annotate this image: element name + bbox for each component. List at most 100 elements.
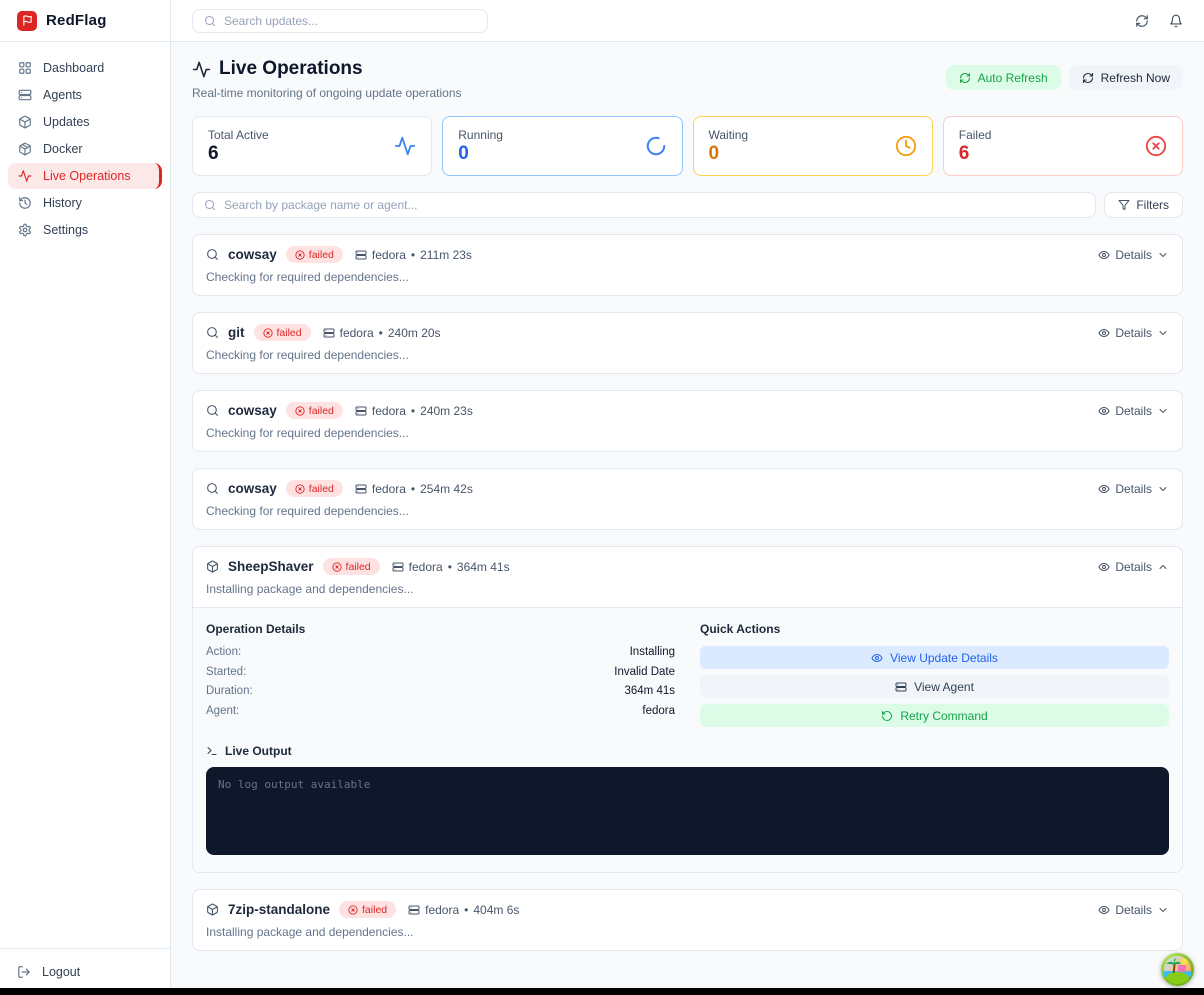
duration: 254m 42s xyxy=(420,482,473,496)
sidebar-item-label: Updates xyxy=(43,115,90,129)
sidebar-item-live-operations[interactable]: Live Operations xyxy=(8,163,162,189)
search-icon xyxy=(206,248,219,261)
page-subtitle: Real-time monitoring of ongoing update o… xyxy=(192,86,462,100)
terminal-icon xyxy=(206,745,218,757)
x-circle-icon xyxy=(263,328,273,338)
global-search[interactable] xyxy=(192,9,488,33)
stat-card-waiting: Waiting 0 xyxy=(693,116,933,176)
rotate-ccw-icon xyxy=(881,710,893,722)
refresh-icon xyxy=(959,72,971,84)
sidebar-item-docker[interactable]: Docker xyxy=(8,136,162,162)
sidebar-item-label: Agents xyxy=(43,88,82,102)
page-title: Live Operations xyxy=(192,58,462,80)
view-agent-button[interactable]: View Agent xyxy=(700,675,1169,698)
operation-message: Checking for required dependencies... xyxy=(193,419,1182,451)
duration: 240m 20s xyxy=(388,326,441,340)
duration: 240m 23s xyxy=(420,404,473,418)
brand-name: RedFlag xyxy=(46,12,107,29)
eye-icon xyxy=(1098,561,1110,573)
content: Live Operations Real-time monitoring of … xyxy=(171,42,1204,995)
operation-meta: fedora•211m 23s xyxy=(355,248,472,262)
refresh-now-button[interactable]: Refresh Now xyxy=(1069,65,1183,90)
eye-icon xyxy=(1098,405,1110,417)
detail-row: Duration:364m 41s xyxy=(206,685,675,697)
bell-icon[interactable] xyxy=(1169,14,1183,28)
agent-name: fedora xyxy=(425,903,459,917)
eye-icon xyxy=(1098,249,1110,261)
server-icon xyxy=(895,681,907,693)
details-toggle[interactable]: Details xyxy=(1098,326,1169,340)
details-toggle[interactable]: Details xyxy=(1098,248,1169,262)
sidebar-item-label: Docker xyxy=(43,142,83,156)
sidebar: RedFlag Dashboard Agents Updates Docker … xyxy=(0,0,171,995)
app-window: RedFlag Dashboard Agents Updates Docker … xyxy=(0,0,1204,995)
server-icon xyxy=(355,249,367,261)
duration: 404m 6s xyxy=(473,903,519,917)
refresh-icon xyxy=(1082,72,1094,84)
activity-icon xyxy=(394,135,416,157)
operation-meta: fedora•240m 23s xyxy=(355,404,473,418)
sidebar-item-settings[interactable]: Settings xyxy=(8,217,162,243)
eye-icon xyxy=(1098,327,1110,339)
details-toggle[interactable]: Details xyxy=(1098,482,1169,496)
x-circle-icon xyxy=(295,484,305,494)
stat-value: 6 xyxy=(208,143,269,165)
stat-card-running: Running 0 xyxy=(442,116,682,176)
island-floating-button[interactable] xyxy=(1161,953,1194,986)
flag-icon xyxy=(17,11,37,31)
details-toggle[interactable]: Details xyxy=(1098,404,1169,418)
gear-icon xyxy=(18,223,32,237)
view-update-details-button[interactable]: View Update Details xyxy=(700,646,1169,669)
stat-value: 0 xyxy=(458,143,503,165)
status-badge: failed xyxy=(254,324,311,341)
loader-icon xyxy=(645,135,667,157)
operation-message: Checking for required dependencies... xyxy=(193,341,1182,373)
live-output-terminal[interactable]: No log output available xyxy=(206,767,1169,855)
topbar-icons xyxy=(1135,14,1183,28)
operations-search-input[interactable] xyxy=(224,198,1084,212)
operation-message: Checking for required dependencies... xyxy=(193,497,1182,529)
status-badge: failed xyxy=(323,558,380,575)
chevron-up-icon xyxy=(1157,561,1169,573)
search-icon xyxy=(206,404,219,417)
details-toggle[interactable]: Details xyxy=(1098,903,1169,917)
operation-card: 7zip-standalone failed fedora•404m 6s De… xyxy=(192,889,1183,951)
server-icon xyxy=(392,561,404,573)
package-icon xyxy=(206,560,219,573)
sidebar-item-history[interactable]: History xyxy=(8,190,162,216)
activity-icon xyxy=(192,60,211,79)
details-toggle[interactable]: Details xyxy=(1098,560,1169,574)
search-icon xyxy=(206,482,219,495)
agent-name: fedora xyxy=(340,326,374,340)
island-icon xyxy=(1161,953,1194,986)
operation-card: cowsay failed fedora•211m 23s Details Ch… xyxy=(192,234,1183,296)
sidebar-item-label: Settings xyxy=(43,223,88,237)
duration: 211m 23s xyxy=(420,248,472,262)
operation-meta: fedora•404m 6s xyxy=(408,903,519,917)
auto-refresh-button[interactable]: Auto Refresh xyxy=(946,65,1061,90)
sidebar-item-dashboard[interactable]: Dashboard xyxy=(8,55,162,81)
sidebar-item-label: Live Operations xyxy=(43,169,131,183)
server-icon xyxy=(18,88,32,102)
status-badge: failed xyxy=(286,246,343,263)
refresh-icon[interactable] xyxy=(1135,14,1149,28)
search-icon xyxy=(204,199,216,211)
sidebar-item-updates[interactable]: Updates xyxy=(8,109,162,135)
operations-search[interactable] xyxy=(192,192,1096,218)
live-output-heading: Live Output xyxy=(206,744,1169,758)
global-search-input[interactable] xyxy=(224,14,476,28)
eye-icon xyxy=(1098,904,1110,916)
operation-meta: fedora•240m 20s xyxy=(323,326,441,340)
topbar xyxy=(171,0,1204,42)
main-area: Live Operations Real-time monitoring of … xyxy=(171,0,1204,995)
stat-value: 6 xyxy=(959,143,992,165)
filters-button[interactable]: Filters xyxy=(1104,192,1183,218)
detail-row: Started:Invalid Date xyxy=(206,666,675,678)
sidebar-item-agents[interactable]: Agents xyxy=(8,82,162,108)
operation-card: cowsay failed fedora•240m 23s Details Ch… xyxy=(192,390,1183,452)
operation-details-panel: Operation Details Action:Installing Star… xyxy=(193,607,1182,872)
retry-command-button[interactable]: Retry Command xyxy=(700,704,1169,727)
x-circle-icon xyxy=(1145,135,1167,157)
package-name: cowsay xyxy=(228,247,277,262)
agent-name: fedora xyxy=(372,404,406,418)
